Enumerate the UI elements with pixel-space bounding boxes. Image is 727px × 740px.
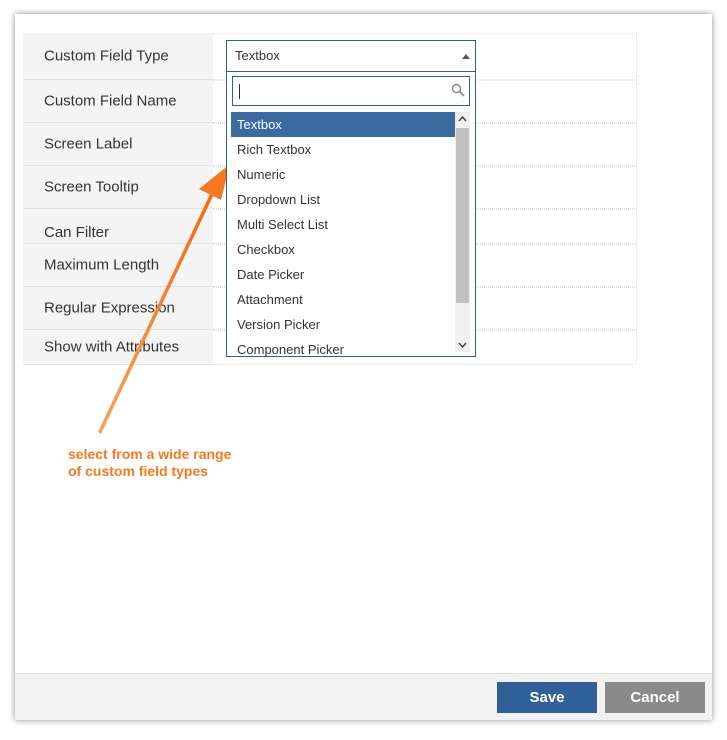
option-date-picker[interactable]: Date Picker xyxy=(231,262,455,287)
dropdown-scrollbar[interactable] xyxy=(455,112,470,352)
chevron-down-icon[interactable] xyxy=(455,338,470,352)
label-cell: Custom Field Type xyxy=(23,33,213,80)
annotation-text: select from a wide range of custom field… xyxy=(68,446,231,480)
chevron-up-icon[interactable] xyxy=(455,112,470,126)
custom-field-type-select[interactable]: Textbox xyxy=(226,40,476,72)
option-rich-textbox[interactable]: Rich Textbox xyxy=(231,137,455,162)
label-cell: Show with Attributes xyxy=(23,330,213,365)
field-type-dropdown: Textbox Rich Textbox Numeric Dropdown Li… xyxy=(226,72,476,357)
option-list: Textbox Rich Textbox Numeric Dropdown Li… xyxy=(231,112,455,356)
option-dropdown-list[interactable]: Dropdown List xyxy=(231,187,455,212)
text-cursor xyxy=(239,84,240,99)
annotation-line: select from a wide range xyxy=(68,446,232,462)
label-cell: Screen Tooltip xyxy=(23,166,213,209)
field-label: Show with Attributes xyxy=(44,338,180,356)
option-textbox[interactable]: Textbox xyxy=(231,112,455,137)
field-label: Screen Tooltip xyxy=(44,178,139,196)
label-cell: Can Filter xyxy=(23,209,213,244)
label-cell: Maximum Length xyxy=(23,244,213,287)
caret-up-icon[interactable] xyxy=(462,54,470,59)
option-attachment[interactable]: Attachment xyxy=(231,287,455,312)
cancel-button[interactable]: Cancel xyxy=(605,682,705,713)
field-label: Can Filter xyxy=(44,224,110,241)
label-cell: Custom Field Name xyxy=(23,80,213,123)
option-component-picker[interactable]: Component Picker xyxy=(231,337,455,356)
dialog-footer: Save Cancel xyxy=(15,673,712,720)
label-cell: Regular Expression xyxy=(23,287,213,330)
field-label: Custom Field Type xyxy=(44,47,169,65)
label-cell: Screen Label xyxy=(23,123,213,166)
scrollbar-thumb[interactable] xyxy=(456,128,469,303)
field-label: Maximum Length xyxy=(44,256,160,274)
selected-value: Textbox xyxy=(235,48,280,63)
option-multi-select-list[interactable]: Multi Select List xyxy=(231,212,455,237)
option-version-picker[interactable]: Version Picker xyxy=(231,312,455,337)
field-label: Screen Label xyxy=(44,135,133,153)
dropdown-search-input[interactable] xyxy=(232,76,470,106)
field-label: Custom Field Name xyxy=(44,92,177,110)
custom-field-dialog: Custom Field Type Custom Field Name Scre… xyxy=(15,14,712,720)
annotation-line: of custom field types xyxy=(68,463,209,479)
option-numeric[interactable]: Numeric xyxy=(231,162,455,187)
field-label: Regular Expression xyxy=(44,299,175,317)
search-icon xyxy=(451,83,465,97)
save-button[interactable]: Save xyxy=(497,682,597,713)
option-checkbox[interactable]: Checkbox xyxy=(231,237,455,262)
